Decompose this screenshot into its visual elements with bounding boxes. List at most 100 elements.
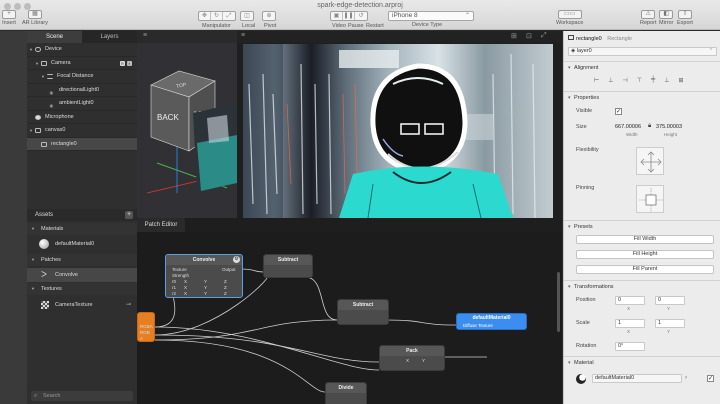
- size-width-value[interactable]: 667.00006: [615, 124, 641, 130]
- position-x-field[interactable]: 0: [615, 296, 645, 305]
- size-height-value[interactable]: 375.00003: [656, 124, 682, 130]
- plus-icon: +: [2, 10, 16, 19]
- fill-parent-button[interactable]: Fill Parent: [576, 265, 714, 274]
- move-icon[interactable]: ✥: [199, 12, 211, 20]
- grid-icon[interactable]: ⊞: [511, 32, 517, 40]
- menu-icon[interactable]: ≡: [143, 32, 147, 39]
- subtract-patch[interactable]: Subtract: [337, 299, 389, 325]
- pivot-toggle[interactable]: ⊕: [262, 11, 276, 21]
- visible-checkbox[interactable]: ✓: [615, 108, 622, 115]
- tree-item-directional-light[interactable]: ✳ directionalLight0: [27, 84, 137, 97]
- manipulator-control[interactable]: ✥ ↻ ⤢: [198, 11, 236, 21]
- add-asset-button[interactable]: +: [125, 211, 133, 219]
- align-center-h-icon[interactable]: ⊥: [608, 77, 613, 84]
- align-bottom-icon[interactable]: ⊥: [664, 77, 669, 84]
- material-select[interactable]: defaultMaterial0: [592, 374, 682, 383]
- material-patch[interactable]: defaultMaterial0 Diffuse Texture: [456, 313, 527, 330]
- scale-x-field[interactable]: 1: [615, 319, 645, 328]
- search-icon: ⌕: [34, 393, 38, 399]
- asset-search-input[interactable]: ⌕ Search: [31, 391, 133, 401]
- scale-icon[interactable]: ⤢: [223, 12, 235, 20]
- device-select[interactable]: iPhone 8: [388, 11, 474, 21]
- camera-texture-patch[interactable]: RGBA RGB A: [137, 312, 155, 342]
- alignment-section[interactable]: Alignment: [564, 61, 720, 74]
- link-icon[interactable]: ⊸: [126, 298, 131, 312]
- presets-section[interactable]: Presets: [564, 220, 720, 233]
- patch-icon: ᐳ: [41, 270, 47, 279]
- patch-editor-canvas[interactable]: RGBA RGB A Convolve ⚙ Texture Strength r…: [137, 232, 562, 404]
- lock-icon[interactable]: 🔒︎: [648, 123, 651, 130]
- scene-viewport[interactable]: BACK LEFT TOP: [137, 43, 237, 218]
- disclosure-icon[interactable]: ▼: [29, 43, 33, 57]
- pinning-control[interactable]: [636, 185, 664, 213]
- tree-item-ambient-light[interactable]: ✳ ambientLight0: [27, 97, 137, 111]
- orientation-cube[interactable]: BACK LEFT TOP: [137, 43, 237, 218]
- tree-item-focal-distance[interactable]: ▼ Focal Distance: [27, 70, 137, 84]
- asset-material[interactable]: defaultMaterial0: [27, 237, 137, 251]
- transformations-section[interactable]: Transformations: [564, 280, 720, 293]
- layer-select[interactable]: ◈ layer0 ⌃: [568, 47, 717, 56]
- flexibility-control[interactable]: [636, 147, 664, 175]
- tree-item-rectangle[interactable]: rectangle0: [27, 137, 137, 151]
- video-icon[interactable]: ▣: [331, 12, 343, 20]
- ar-library-button[interactable]: ▦ AR Library: [22, 10, 48, 26]
- tab-layers[interactable]: Layers: [82, 31, 137, 43]
- playback-control[interactable]: ▣ ❚❚ ↺: [330, 11, 368, 21]
- tab-patch-editor[interactable]: Patch Editor: [137, 218, 185, 232]
- assets-section-patches[interactable]: ▼ Patches: [27, 254, 137, 266]
- asset-patch[interactable]: ᐳ Convolve: [27, 268, 137, 282]
- disclosure-icon[interactable]: ▼: [31, 223, 35, 235]
- rotation-field[interactable]: 0°: [615, 342, 645, 351]
- disclosure-icon[interactable]: ▼: [29, 124, 33, 138]
- fit-icon[interactable]: ⊡: [526, 32, 532, 40]
- tree-item-microphone[interactable]: Microphone: [27, 111, 137, 124]
- report-button[interactable]: ⚠ Report: [640, 10, 657, 26]
- align-top-icon[interactable]: ⊤: [637, 77, 642, 84]
- patch-editor-header: Patch Editor: [137, 218, 562, 232]
- disclosure-icon[interactable]: ▼: [31, 254, 35, 266]
- menu-icon[interactable]: ≡: [241, 32, 245, 39]
- fullscreen-icon[interactable]: ⤢: [541, 32, 547, 40]
- fill-width-button[interactable]: Fill Width: [576, 235, 714, 244]
- material-section[interactable]: Material: [564, 356, 720, 369]
- align-right-icon[interactable]: ⊣: [622, 77, 627, 84]
- assets-section-materials[interactable]: ▼ Materials: [27, 223, 137, 235]
- convolve-patch[interactable]: Convolve ⚙ Texture Strength r0 r1 r2 X Y…: [165, 254, 243, 298]
- insert-button[interactable]: + Insert: [2, 10, 16, 26]
- position-y-field[interactable]: 0: [655, 296, 685, 305]
- properties-section[interactable]: Properties: [564, 91, 720, 104]
- tree-item-canvas[interactable]: ▼ canvas0: [27, 124, 137, 138]
- restart-icon[interactable]: ↺: [355, 12, 367, 20]
- inspector-title: rectangle0 Rectangle: [568, 35, 720, 42]
- subtract-patch[interactable]: Subtract: [263, 254, 313, 278]
- camera-badge: ▪: [127, 60, 132, 66]
- mirror-button[interactable]: ◧ Mirror: [659, 10, 673, 26]
- device-icon: [35, 47, 41, 52]
- export-button[interactable]: ⇧ Export: [677, 10, 693, 26]
- disclosure-icon[interactable]: ▼: [41, 70, 45, 84]
- tree-item-device[interactable]: ▼ Device: [27, 43, 137, 57]
- tab-scene[interactable]: Scene: [27, 31, 82, 43]
- scale-y-field[interactable]: 1: [655, 319, 685, 328]
- divide-patch[interactable]: Divide: [325, 382, 367, 404]
- fill-height-button[interactable]: Fill Height: [576, 250, 714, 259]
- distribute-icon[interactable]: ⊞: [678, 77, 683, 84]
- align-center-v-icon[interactable]: ╪: [651, 77, 655, 84]
- pause-icon[interactable]: ❚❚: [343, 12, 355, 20]
- camera-preview[interactable]: [243, 44, 553, 218]
- disclosure-icon[interactable]: ▼: [35, 57, 39, 71]
- settings-icon[interactable]: ⚙: [233, 256, 240, 263]
- pack-patch[interactable]: Pack X Y: [379, 345, 445, 371]
- tree-item-camera[interactable]: ▼ Camera R ▪: [27, 57, 137, 71]
- chevron-right-icon[interactable]: ›: [685, 375, 687, 381]
- rotate-icon[interactable]: ↻: [211, 12, 223, 20]
- assets-section-textures[interactable]: ▼ Textures: [27, 283, 137, 295]
- material-checkbox[interactable]: ✓: [707, 375, 714, 382]
- workspace-button[interactable]: ▭▭ Workspace: [556, 10, 583, 26]
- local-toggle[interactable]: ◫: [240, 11, 254, 21]
- asset-texture[interactable]: CameraTexture ⊸: [27, 298, 137, 312]
- alignment-controls: ⊢ ⊥ ⊣ ⊤ ╪ ⊥ ⊞: [594, 77, 683, 84]
- patch-editor-scrollbar[interactable]: [557, 272, 560, 332]
- disclosure-icon[interactable]: ▼: [31, 283, 35, 295]
- align-left-icon[interactable]: ⊢: [594, 77, 599, 84]
